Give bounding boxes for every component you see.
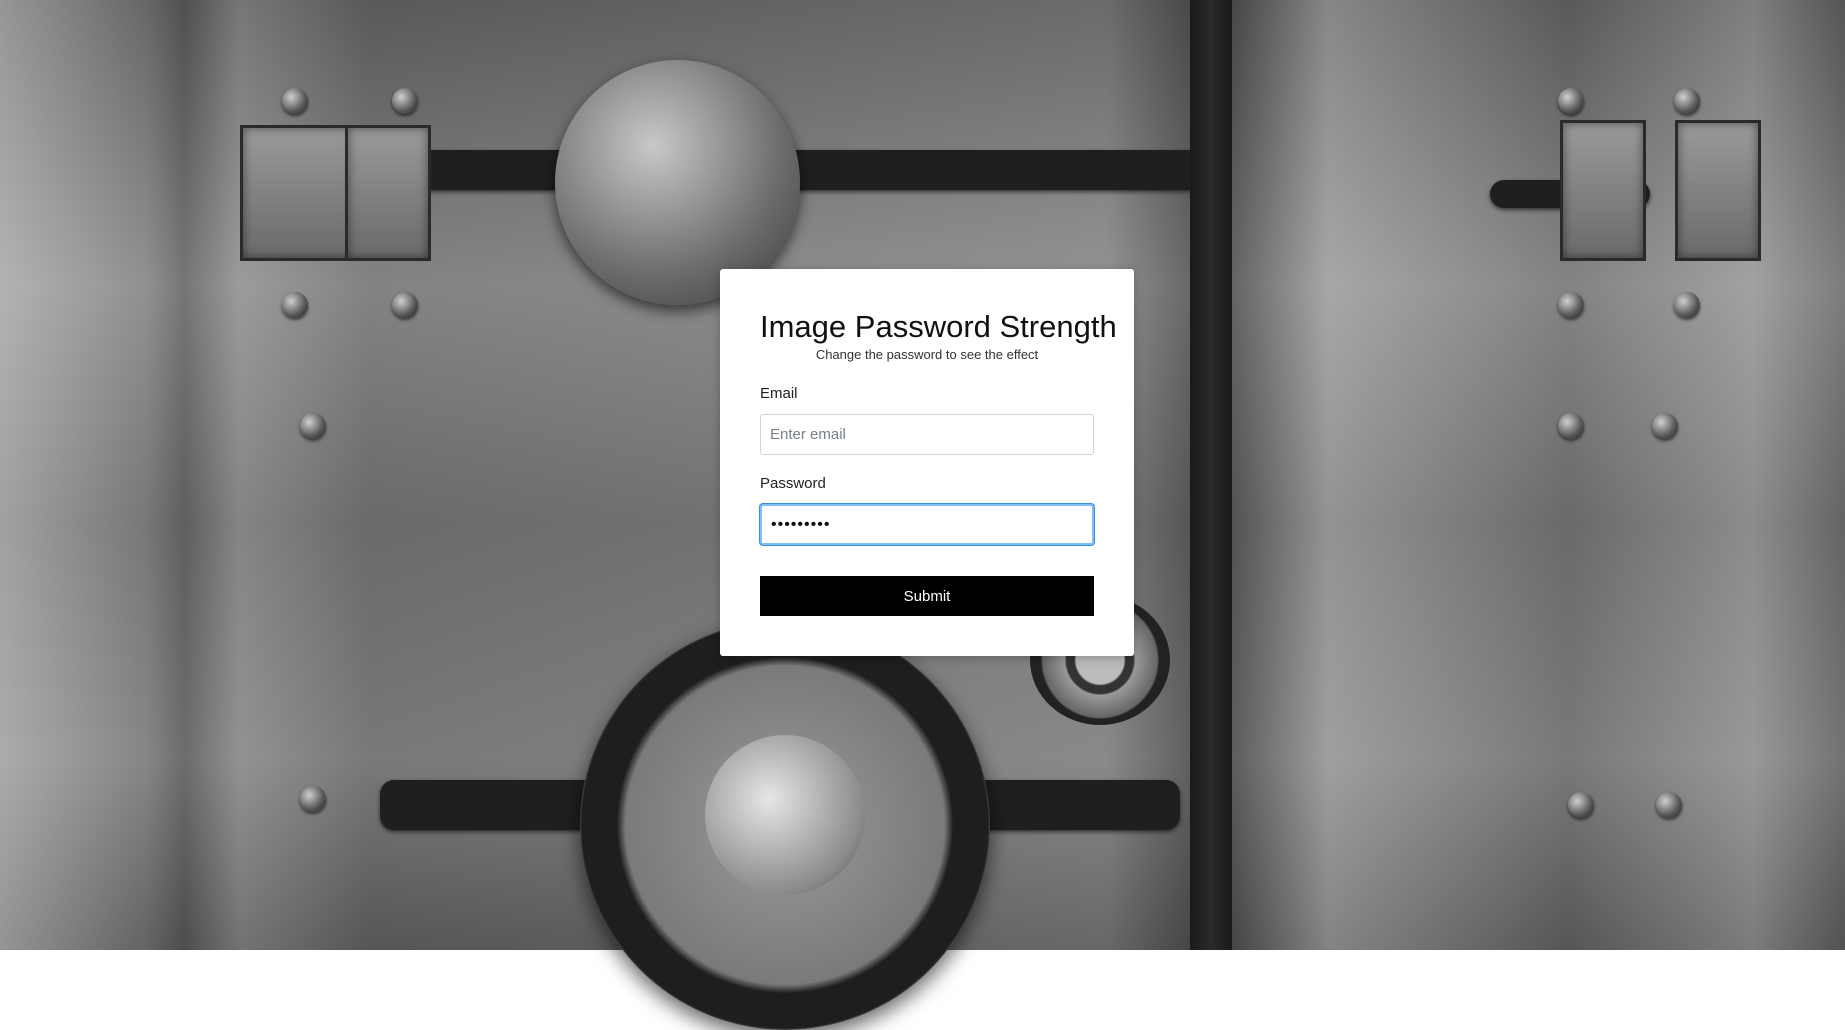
email-label: Email [760, 385, 798, 402]
submit-button[interactable]: Submit [760, 576, 1094, 616]
bolt-icon [1558, 413, 1584, 439]
hinge-plate [240, 125, 356, 261]
bolt-icon [282, 88, 308, 114]
password-label: Password [760, 475, 826, 492]
bolt-icon [1674, 292, 1700, 318]
form-subtitle: Change the password to see the effect [815, 347, 1039, 362]
password-field[interactable] [760, 504, 1094, 545]
form-title: Image Password Strength [760, 309, 1117, 344]
bolt-icon [1656, 792, 1682, 818]
bolt-icon [392, 88, 418, 114]
email-field[interactable] [760, 414, 1094, 455]
bolt-icon [1558, 292, 1584, 318]
password-form-card: Image Password Strength Change the passw… [720, 269, 1134, 656]
bolt-icon [1568, 792, 1594, 818]
door-seam [1190, 0, 1232, 950]
dial-center [705, 735, 865, 895]
bolt-icon [300, 786, 326, 812]
bolt-icon [392, 292, 418, 318]
hinge-plate [1675, 120, 1761, 261]
bolt-icon [300, 413, 326, 439]
bolt-icon [1652, 413, 1678, 439]
bolt-icon [1674, 88, 1700, 114]
bolt-icon [282, 292, 308, 318]
hinge-plate [1560, 120, 1646, 261]
bolt-icon [1558, 88, 1584, 114]
hinge-plate [345, 125, 431, 261]
